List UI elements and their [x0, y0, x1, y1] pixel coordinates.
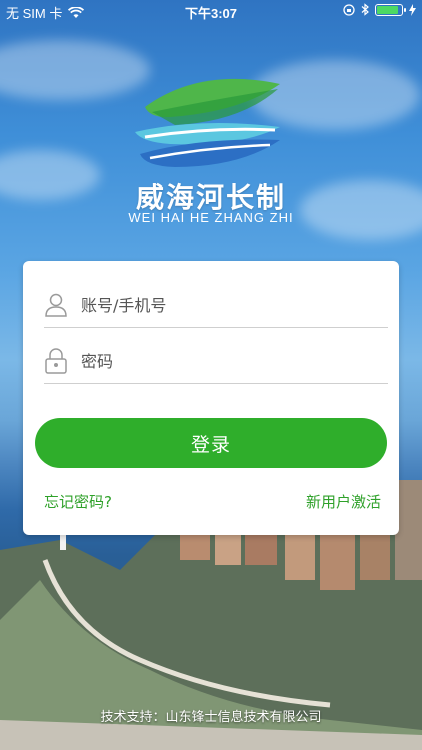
login-screen: 无 SIM 卡 下午3:07 威海河长制 WEI HAI HE ZHANG ZH… — [0, 0, 422, 750]
footer-credit: 技术支持：山东锋士信息技术有限公司 — [100, 710, 322, 725]
app-logo — [135, 78, 280, 167]
password-input[interactable] — [79, 350, 363, 372]
login-card: 登录 忘记密码? 新用户激活 — [23, 261, 399, 535]
charging-icon — [409, 3, 416, 16]
user-icon — [44, 292, 68, 318]
account-input[interactable] — [79, 294, 363, 316]
login-button[interactable]: 登录 — [35, 418, 387, 468]
account-field — [44, 283, 388, 328]
lock-icon — [44, 348, 68, 374]
activate-account-link[interactable]: 新用户激活 — [306, 491, 381, 512]
forgot-password-link[interactable]: 忘记密码? — [44, 491, 112, 512]
bluetooth-icon — [361, 3, 369, 16]
orientation-lock-icon — [343, 3, 355, 16]
password-field — [44, 339, 388, 384]
battery-level — [377, 5, 399, 14]
app-subtitle: WEI HAI HE ZHANG ZHI — [128, 210, 294, 225]
background-cloud — [0, 40, 150, 100]
status-bar: 无 SIM 卡 下午3:07 — [0, 0, 422, 22]
battery-icon — [375, 3, 406, 16]
